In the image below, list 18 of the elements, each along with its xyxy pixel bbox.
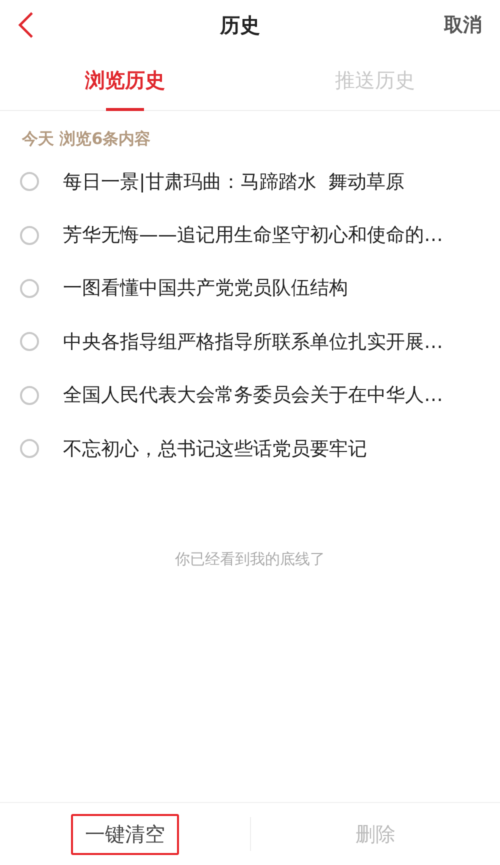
- radio-button[interactable]: [20, 332, 39, 352]
- section-heading: 今天 浏览6条内容: [20, 128, 152, 150]
- radio-button[interactable]: [20, 172, 39, 192]
- history-item[interactable]: 一图看懂中国共产党党员队伍结构: [63, 275, 348, 302]
- history-item[interactable]: 芳华无悔——追记用生命坚守初心和使命的…: [63, 222, 443, 248]
- end-note: 你已经看到我的底线了: [174, 550, 326, 570]
- radio-button[interactable]: [20, 278, 39, 298]
- page-title: 历史: [220, 12, 260, 38]
- cancel-button[interactable]: 取消: [444, 12, 482, 38]
- history-item[interactable]: 每日一景|甘肃玛曲：马蹄踏水 舞动草原: [63, 168, 404, 195]
- history-item[interactable]: 全国人民代表大会常务委员会关于在中华人…: [63, 382, 443, 408]
- radio-button[interactable]: [20, 226, 39, 245]
- history-item[interactable]: 中央各指导组严格指导所联系单位扎实开展…: [63, 328, 443, 355]
- radio-button[interactable]: [20, 439, 39, 458]
- tab[interactable]: 浏览历史: [0, 50, 250, 110]
- history-item[interactable]: 不忘初心，总书记这些话党员要牢记: [63, 436, 367, 462]
- radio-button[interactable]: [20, 386, 39, 405]
- action-button[interactable]: 一键清空: [70, 814, 179, 854]
